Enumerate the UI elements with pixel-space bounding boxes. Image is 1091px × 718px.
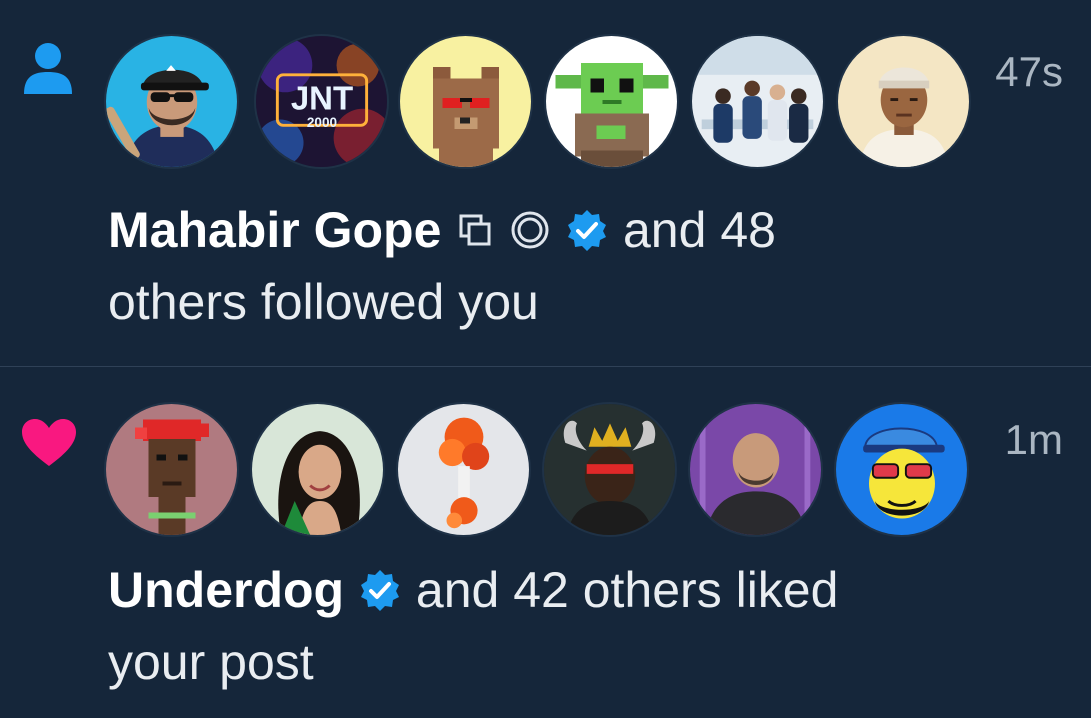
avatar-office-team[interactable] [690,34,825,169]
verified-badge-icon [361,569,399,611]
ring-icon [511,211,549,249]
avatar-yellow-cartoon[interactable] [834,402,969,537]
copy-squares-icon [459,214,491,246]
avatar-bald-man[interactable] [688,402,823,537]
message-line2: others followed you [108,274,539,330]
avatar-crowned-horns[interactable] [542,402,677,537]
verified-badge-icon [568,209,607,251]
avatar-pixel-bear[interactable] [398,34,533,169]
message-line2: your post [108,634,314,690]
heart-icon [22,419,76,466]
avatar-orange-sculpture[interactable] [396,402,531,537]
message-line1: and 42 others liked [415,562,839,618]
actor-name[interactable]: Underdog [108,562,344,618]
follow-notification[interactable]: JNT 2000 47s Mahabir Gope and 48 others … [0,0,1091,366]
timestamp: 47s [995,48,1063,95]
message-line1: and 48 [623,202,776,258]
avatar-pixel-punk[interactable] [104,402,239,537]
person-icon [24,43,72,94]
notification-text: Mahabir Gope and 48 others followed you [108,194,1048,338]
jnt-logo-year: 2000 [307,115,337,130]
avatar-kufi-cap[interactable] [836,34,971,169]
avatar-baby-yoda[interactable] [544,34,679,169]
timestamp: 1m [1004,416,1063,463]
jnt-logo-text: JNT [291,80,353,117]
avatar-baseball-cap[interactable] [104,34,239,169]
avatar-jnt-2000[interactable]: JNT 2000 [254,34,389,169]
avatar-woman[interactable] [250,402,385,537]
notification-text: Underdog and 42 others liked your post [108,554,1048,698]
actor-name[interactable]: Mahabir Gope [108,202,441,258]
